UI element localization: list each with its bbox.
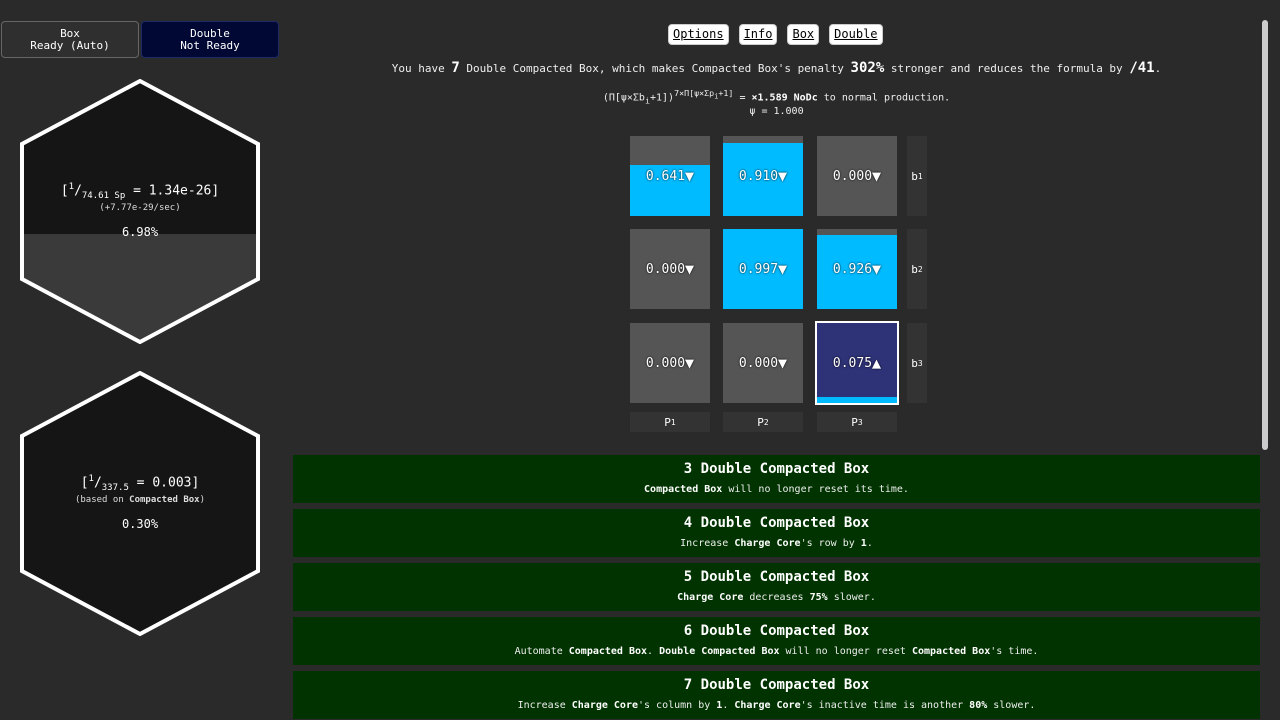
cell-value: 0.075 ▲ <box>832 354 882 372</box>
column-label: P1 <box>630 412 710 432</box>
grid-cell[interactable]: 0.000 ▼ <box>817 136 897 216</box>
cell-value: 0.926 ▼ <box>832 260 882 278</box>
box-button-label: Box <box>60 26 80 40</box>
milestone-item: 4 Double Compacted Box Increase Charge Co… <box>293 509 1260 557</box>
grid-cell[interactable]: 0.075 ▲ <box>815 321 899 405</box>
options-button[interactable]: Options <box>668 24 729 45</box>
hexagon-2-text: [1/337.5 = 0.003] (based on Compacted Bo… <box>20 474 260 531</box>
hexagon-2-percent: 0.30% <box>121 516 159 531</box>
milestone-title: 5 Double Compacted Box <box>683 569 870 585</box>
row-label: b2 <box>907 229 927 309</box>
milestone-description: Charge Core decreases 75% slower. <box>677 592 876 603</box>
cell-value: 0.000 ▼ <box>832 167 882 185</box>
milestone-description: Increase Charge Core's column by 1. Char… <box>517 700 1036 711</box>
hexagon-1-rate: (+7.77e-29/sec) <box>99 202 181 213</box>
grid-cell[interactable]: 0.910 ▼ <box>723 136 803 216</box>
grid-cell[interactable]: 0.641 ▼ <box>630 136 710 216</box>
milestone-item: 3 Double Compacted Box Compacted Box will… <box>293 455 1260 503</box>
row-label: b1 <box>907 136 927 216</box>
double-tab-button[interactable]: Double <box>829 24 883 45</box>
grid-cell[interactable]: 0.000 ▼ <box>630 229 710 309</box>
box-reset-button[interactable]: Box Ready (Auto) <box>1 21 139 58</box>
psi-value: ψ = 1.000 <box>749 106 804 117</box>
milestone-item: 6 Double Compacted Box Automate Compacted… <box>293 617 1260 665</box>
column-label: P3 <box>817 412 897 432</box>
cell-value: 0.997 ▼ <box>738 260 788 278</box>
milestone-item: 5 Double Compacted Box Charge Core decrea… <box>293 563 1260 611</box>
box-tab-button[interactable]: Box <box>787 24 820 45</box>
milestone-description: Increase Charge Core's row by 1. <box>680 538 873 549</box>
row-label: b3 <box>907 323 927 403</box>
column-label: P2 <box>723 412 803 432</box>
milestone-item: 7 Double Compacted Box Increase Charge Co… <box>293 671 1260 719</box>
scrollbar-thumb[interactable] <box>1262 20 1268 450</box>
box-button-status: Ready (Auto) <box>30 38 110 52</box>
cell-value: 0.910 ▼ <box>738 167 788 185</box>
milestone-description: Compacted Box will no longer reset its t… <box>644 484 909 495</box>
hexagon-1-percent: 6.98% <box>121 224 159 239</box>
milestone-title: 6 Double Compacted Box <box>683 623 870 639</box>
double-button-status: Not Ready <box>180 38 240 52</box>
milestone-title: 4 Double Compacted Box <box>683 515 870 531</box>
double-reset-button[interactable]: Double Not Ready <box>141 21 279 58</box>
cell-value: 0.000 ▼ <box>645 260 695 278</box>
hexagon-1-formula: [1/74.61 Sp = 1.34e-26] <box>60 182 220 201</box>
double-button-label: Double <box>190 26 230 40</box>
hexagon-2-basis: (based on Compacted Box) <box>74 494 206 505</box>
cell-value: 0.000 ▼ <box>645 354 695 372</box>
grid-cell[interactable]: 0.997 ▼ <box>723 229 803 309</box>
double-compacted-box-hexagon: [1/337.5 = 0.003] (based on Compacted Bo… <box>20 371 260 636</box>
production-formula: (Π[ψ×Σbi+1])7×Π[ψ×Σpi+1] = ×1.589 NoDc t… <box>602 88 951 106</box>
milestone-title: 3 Double Compacted Box <box>683 461 870 477</box>
milestone-title: 7 Double Compacted Box <box>683 677 870 693</box>
grid-cell[interactable]: 0.000 ▼ <box>723 323 803 403</box>
nav-button-row: Options Info Box Double <box>668 24 883 45</box>
hexagon-1-text: [1/74.61 Sp = 1.34e-26] (+7.77e-29/sec) … <box>20 182 260 239</box>
compacted-box-hexagon: [1/74.61 Sp = 1.34e-26] (+7.77e-29/sec) … <box>20 79 260 344</box>
grid-cell[interactable]: 0.000 ▼ <box>630 323 710 403</box>
cell-value: 0.000 ▼ <box>738 354 788 372</box>
hexagon-2-formula: [1/337.5 = 0.003] <box>80 474 200 493</box>
cell-value: 0.641 ▼ <box>645 167 695 185</box>
milestone-description: Automate Compacted Box. Double Compacted… <box>514 646 1039 657</box>
grid-cell[interactable]: 0.926 ▼ <box>817 229 897 309</box>
double-box-summary: You have 7 Double Compacted Box, which m… <box>391 60 1162 76</box>
info-button[interactable]: Info <box>738 24 778 45</box>
